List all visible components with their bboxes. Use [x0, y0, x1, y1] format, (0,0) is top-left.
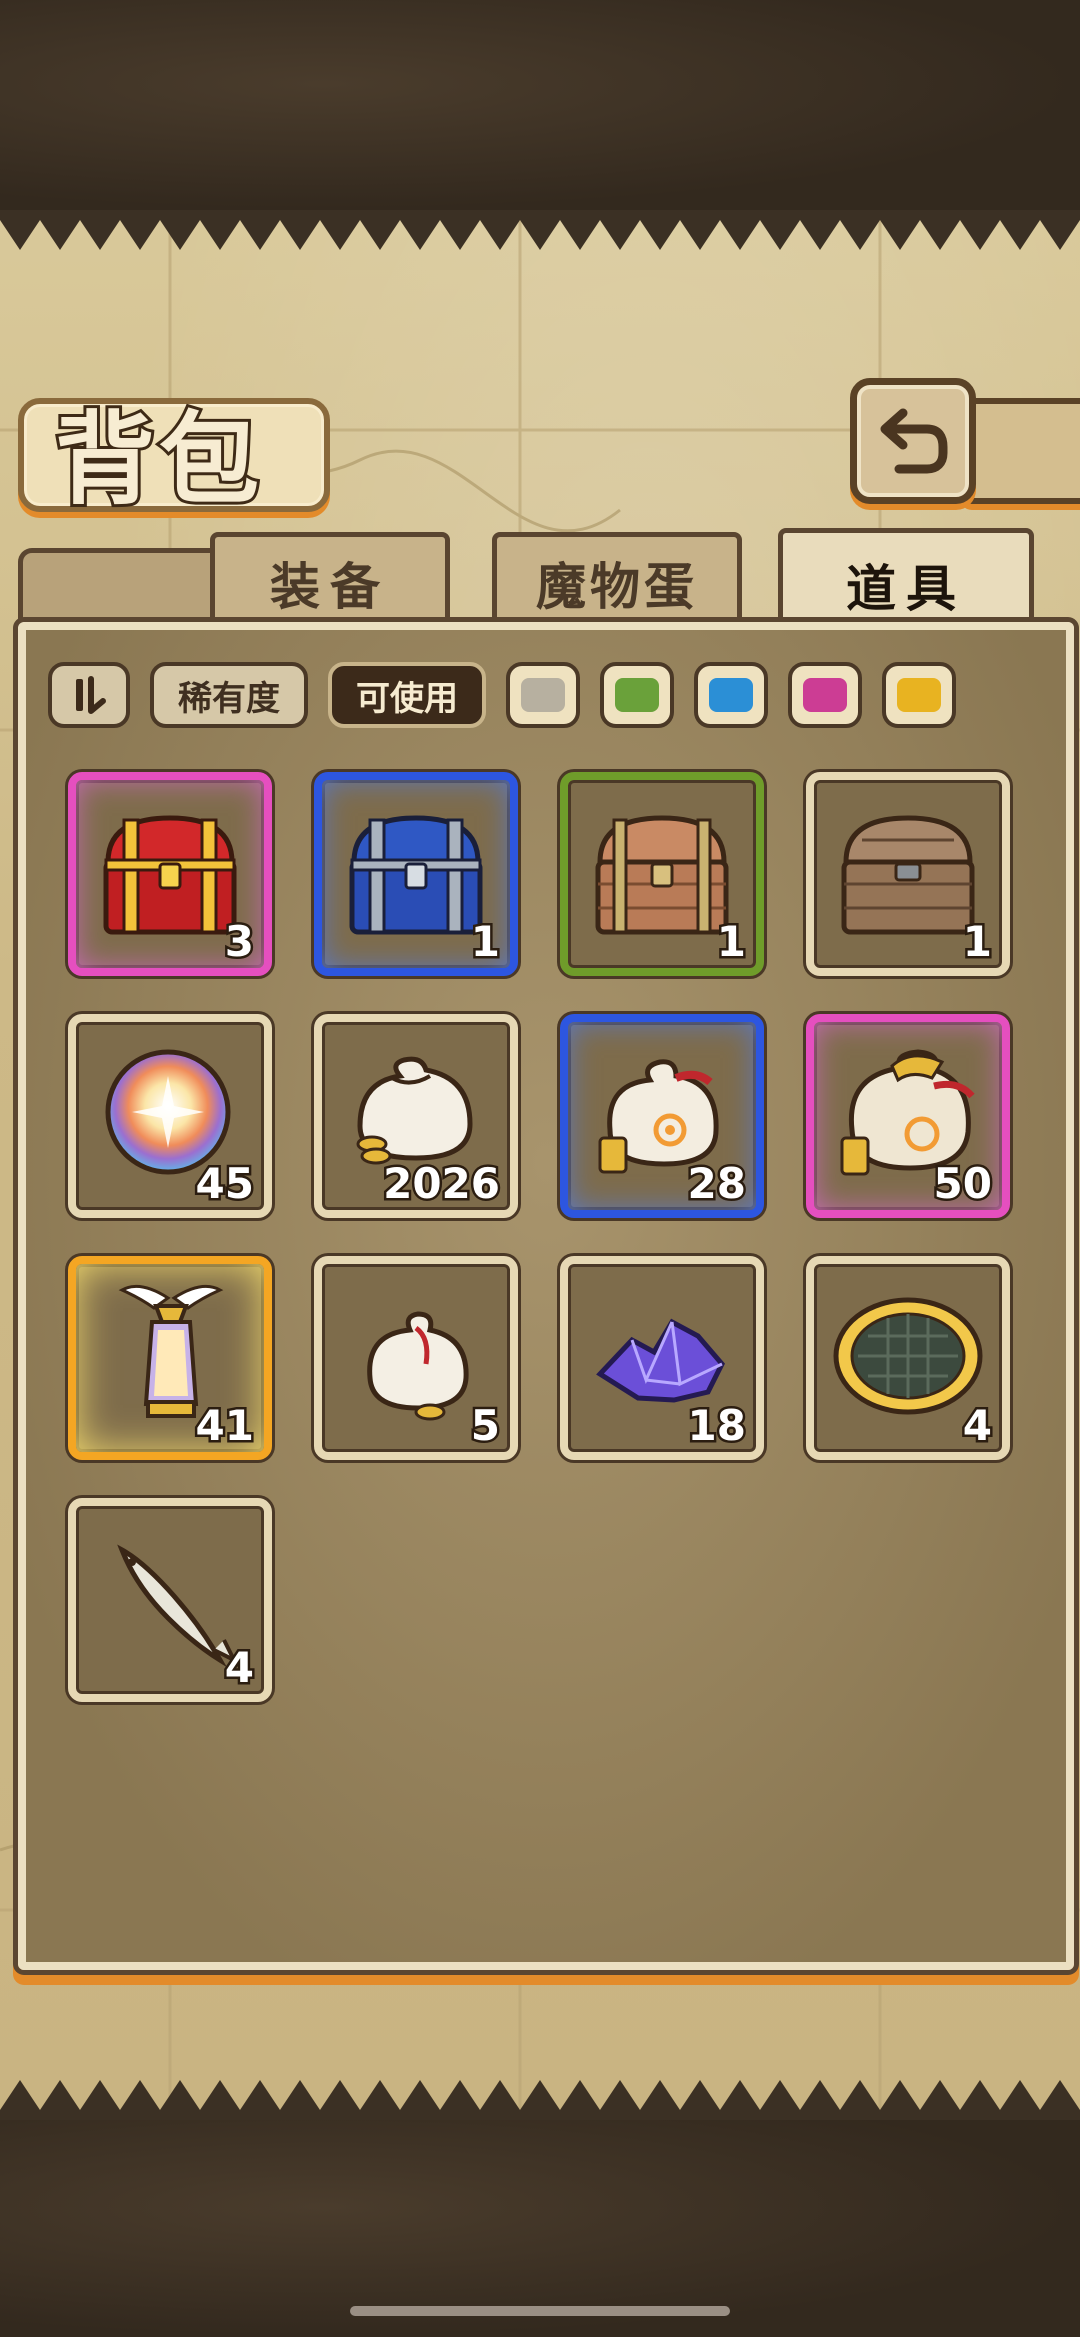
item-slot[interactable]: 28 [560, 1014, 764, 1218]
swatch-color [521, 678, 565, 712]
item-count: 50 [931, 1157, 994, 1211]
item-slot[interactable]: 1 [806, 772, 1010, 976]
item-count: 41 [193, 1399, 256, 1453]
zigzag-edge-bottom [0, 2080, 1080, 2120]
swatch-color [803, 678, 847, 712]
item-count: 1 [468, 915, 502, 969]
home-indicator[interactable] [350, 2306, 730, 2316]
usable-filter-button[interactable]: 可使用 [328, 662, 486, 728]
tab-monster-eggs[interactable]: 魔物蛋 [492, 532, 742, 629]
item-slot[interactable]: 41 [68, 1256, 272, 1460]
bottom-background [0, 2120, 1080, 2337]
item-slot[interactable]: 4 [806, 1256, 1010, 1460]
item-count: 4 [222, 1641, 256, 1695]
swatch-color [709, 678, 753, 712]
filter-swatch-white[interactable] [506, 662, 580, 728]
sort-toggle-button[interactable] [48, 662, 130, 728]
swatch-color [897, 678, 941, 712]
item-count: 4 [960, 1399, 994, 1453]
filter-swatch-green[interactable] [600, 662, 674, 728]
sort-order-icon [76, 676, 106, 714]
filter-swatch-purple[interactable] [788, 662, 862, 728]
swatch-color [615, 678, 659, 712]
item-count: 3 [222, 915, 256, 969]
item-slot[interactable]: 45 [68, 1014, 272, 1218]
zigzag-edge-top [0, 210, 1080, 250]
filter-swatch-gold[interactable] [882, 662, 956, 728]
back-button-tail [960, 398, 1080, 504]
tab-items[interactable]: 道具 [778, 528, 1034, 637]
item-slot[interactable]: 1 [560, 772, 764, 976]
item-count: 28 [685, 1157, 748, 1211]
item-count: 5 [468, 1399, 502, 1453]
item-slot[interactable]: 3 [68, 772, 272, 976]
item-count: 2026 [381, 1157, 503, 1211]
item-slot[interactable]: 4 [68, 1498, 272, 1702]
item-count: 1 [714, 915, 748, 969]
item-slot[interactable]: 50 [806, 1014, 1010, 1218]
rarity-filter-button[interactable]: 稀有度 [150, 662, 308, 728]
item-slot[interactable]: 2026 [314, 1014, 518, 1218]
return-arrow-icon [880, 408, 948, 474]
top-background [0, 0, 1080, 210]
item-count: 1 [960, 915, 994, 969]
item-slot[interactable]: 5 [314, 1256, 518, 1460]
filter-swatch-blue[interactable] [694, 662, 768, 728]
item-count: 18 [685, 1399, 748, 1453]
back-button[interactable] [850, 378, 976, 504]
item-count: 45 [193, 1157, 256, 1211]
tab-equipment[interactable]: 装备 [210, 532, 450, 629]
item-slot[interactable]: 1 [314, 772, 518, 976]
page-title: 背包 [52, 397, 263, 521]
item-slot[interactable]: 18 [560, 1256, 764, 1460]
